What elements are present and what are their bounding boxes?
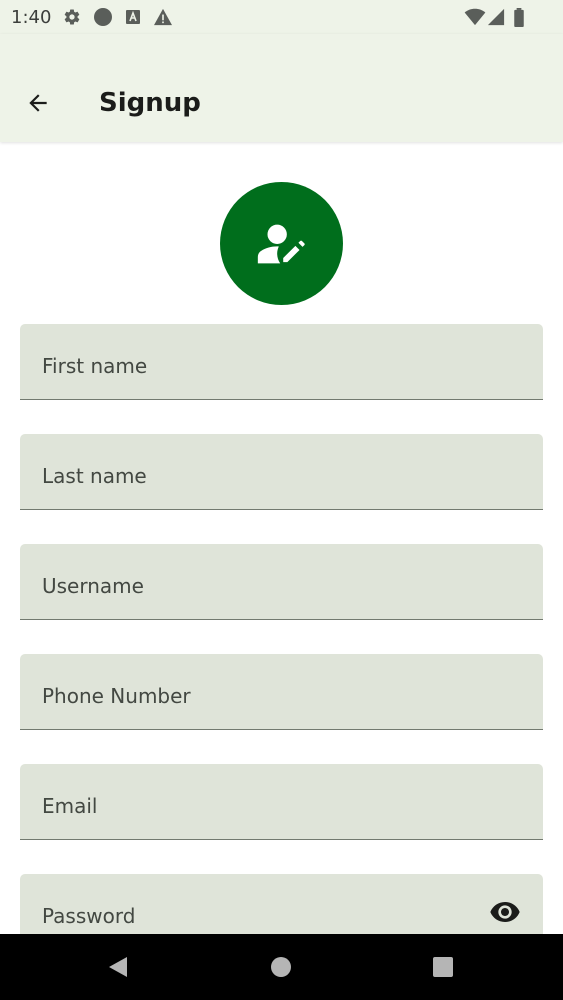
warning-icon (153, 7, 173, 27)
eye-icon (490, 902, 520, 922)
first-name-label: First name (42, 354, 148, 378)
back-triangle-icon[interactable] (105, 954, 131, 980)
page-title: Signup (99, 88, 201, 118)
last-name-field[interactable]: Last name (20, 434, 543, 510)
signup-screen: 1:40 Signup First name Last name Usernam… (0, 0, 563, 1000)
gear-icon (62, 7, 82, 27)
font-a-icon (123, 7, 143, 27)
system-navigation-bar (0, 934, 563, 1000)
username-field[interactable]: Username (20, 544, 543, 620)
back-button[interactable] (18, 83, 58, 123)
recents-square-icon[interactable] (430, 954, 456, 980)
status-bar: 1:40 (0, 0, 563, 34)
battery-icon (509, 7, 529, 27)
cell-signal-icon (486, 7, 506, 27)
username-label: Username (42, 574, 144, 598)
arrow-left-icon (29, 94, 47, 112)
last-name-label: Last name (42, 464, 147, 488)
home-circle-icon[interactable] (268, 954, 294, 980)
avatar-button[interactable] (220, 182, 343, 305)
first-name-field[interactable]: First name (20, 324, 543, 400)
phone-number-field[interactable]: Phone Number (20, 654, 543, 730)
person-edit-icon (257, 224, 305, 263)
phone-number-label: Phone Number (42, 684, 191, 708)
toggle-password-visibility-button[interactable] (489, 900, 521, 924)
password-label: Password (42, 904, 136, 928)
email-field[interactable]: Email (20, 764, 543, 840)
email-label: Email (42, 794, 98, 818)
wifi-icon (463, 7, 487, 27)
status-time: 1:40 (11, 7, 52, 28)
circle-icon (93, 7, 113, 27)
top-app-bar: Signup (0, 34, 563, 142)
